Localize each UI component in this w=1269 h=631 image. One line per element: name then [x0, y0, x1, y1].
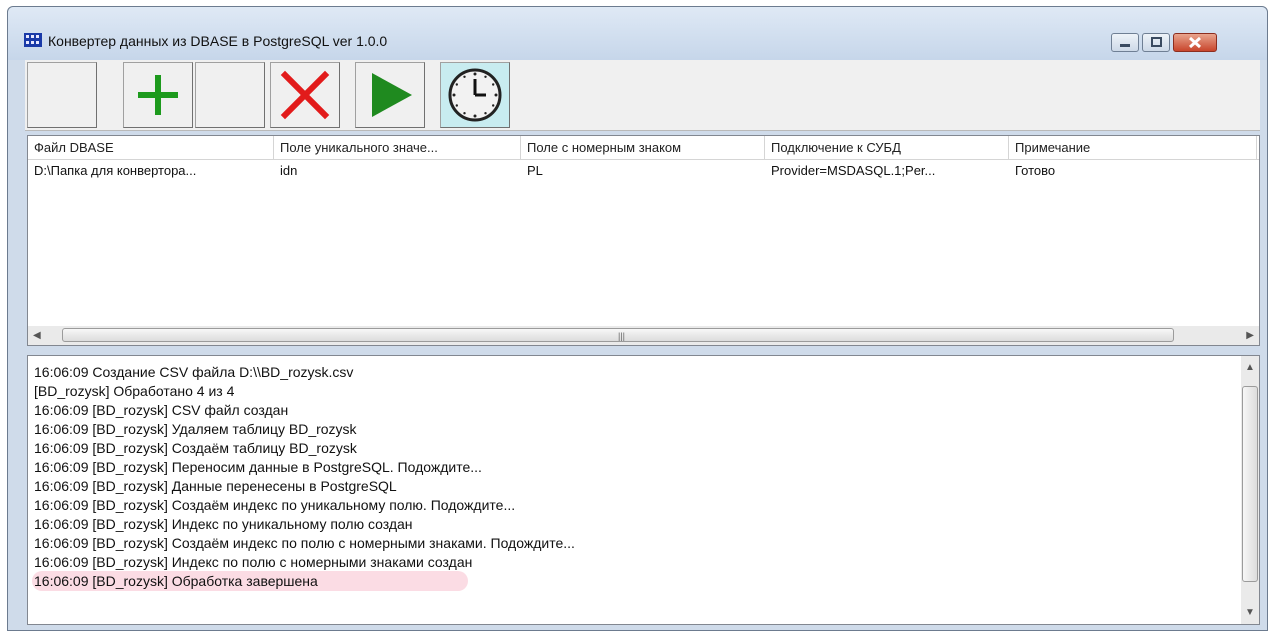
scroll-down-icon[interactable]: ▼ — [1245, 607, 1255, 618]
scroll-right-icon[interactable]: ▶ — [1246, 330, 1254, 341]
column-header-number-field[interactable]: Поле с номерным знаком — [521, 136, 765, 159]
log-line: 16:06:09 [BD_rozysk] Переносим данные в … — [34, 459, 482, 475]
log-output[interactable]: 16:06:09 Создание CSV файла D:\\BD_rozys… — [27, 355, 1260, 625]
horizontal-scrollbar[interactable]: ◀ ||| ▶ — [28, 326, 1259, 345]
app-window: Конвертер данных из DBASE в PostgreSQL v… — [7, 6, 1268, 631]
log-line: 16:06:09 [BD_rozysk] Создаём индекс по п… — [34, 535, 575, 551]
log-line: 16:06:09 [BD_rozysk] Создаём индекс по у… — [34, 497, 516, 513]
log-line: [BD_rozysk] Обработано 4 из 4 — [34, 383, 235, 399]
table-header: Файл DBASE Поле уникального значе... Пол… — [28, 136, 1259, 160]
close-icon — [1188, 36, 1202, 49]
minimize-button[interactable] — [1111, 33, 1139, 52]
toolbar — [25, 60, 1260, 131]
title-bar[interactable]: Конвертер данных из DBASE в PostgreSQL v… — [8, 7, 1267, 60]
x-icon — [280, 70, 330, 120]
cell-number-field: PL — [527, 163, 543, 178]
log-line: 16:06:09 [BD_rozysk] Индекс по уникально… — [34, 516, 413, 532]
column-header-note[interactable]: Примечание — [1009, 136, 1257, 159]
close-button[interactable] — [1173, 33, 1217, 52]
log-line-last: 16:06:09 [BD_rozysk] Обработка завершена — [34, 573, 318, 589]
restore-icon — [1151, 37, 1162, 47]
run-button[interactable] — [355, 62, 425, 128]
cell-connection: Provider=MSDASQL.1;Per... — [771, 163, 936, 178]
column-header-next[interactable]: П — [1257, 136, 1259, 159]
log-line: 16:06:09 [BD_rozysk] Удаляем таблицу BD_… — [34, 421, 357, 437]
cell-unique-field: idn — [280, 163, 298, 178]
window-title: Конвертер данных из DBASE в PostgreSQL v… — [48, 33, 388, 49]
vertical-scroll-thumb[interactable] — [1242, 386, 1258, 582]
app-grid-icon — [24, 33, 42, 47]
play-icon — [372, 73, 412, 117]
plus-icon — [138, 75, 178, 115]
horizontal-scroll-thumb[interactable]: ||| — [62, 328, 1174, 342]
table-row[interactable]: D:\Папка для конвертора... idn PL Provid… — [28, 160, 1259, 182]
column-header-unique-field[interactable]: Поле уникального значе... — [274, 136, 521, 159]
log-line: 16:06:09 [BD_rozysk] Создаём таблицу BD_… — [34, 440, 357, 456]
log-line: 16:06:09 Создание CSV файла D:\\BD_rozys… — [34, 364, 354, 380]
column-header-connection[interactable]: Подключение к СУБД — [765, 136, 1009, 159]
log-line: 16:06:09 [BD_rozysk] Индекс по полю с но… — [34, 554, 473, 570]
scroll-left-icon[interactable]: ◀ — [33, 330, 41, 341]
column-header-file[interactable]: Файл DBASE — [28, 136, 274, 159]
cell-file: D:\Папка для конвертора... — [34, 163, 197, 178]
vertical-scrollbar[interactable]: ▲ ▼ — [1241, 356, 1259, 624]
schedule-button[interactable] — [440, 62, 510, 128]
log-line: 16:06:09 [BD_rozysk] Данные перенесены в… — [34, 478, 397, 494]
cell-note: Готово — [1015, 163, 1056, 178]
toolbar-blank-button-2[interactable] — [195, 62, 265, 128]
add-button[interactable] — [123, 62, 193, 128]
clock-icon — [448, 68, 502, 122]
files-table[interactable]: Файл DBASE Поле уникального значе... Пол… — [27, 135, 1260, 346]
minimize-icon — [1120, 44, 1130, 47]
grip-icon: ||| — [618, 331, 626, 341]
scroll-up-icon[interactable]: ▲ — [1245, 362, 1255, 373]
log-line: 16:06:09 [BD_rozysk] CSV файл создан — [34, 402, 289, 418]
delete-button[interactable] — [270, 62, 340, 128]
maximize-button[interactable] — [1142, 33, 1170, 52]
toolbar-blank-button[interactable] — [27, 62, 97, 128]
